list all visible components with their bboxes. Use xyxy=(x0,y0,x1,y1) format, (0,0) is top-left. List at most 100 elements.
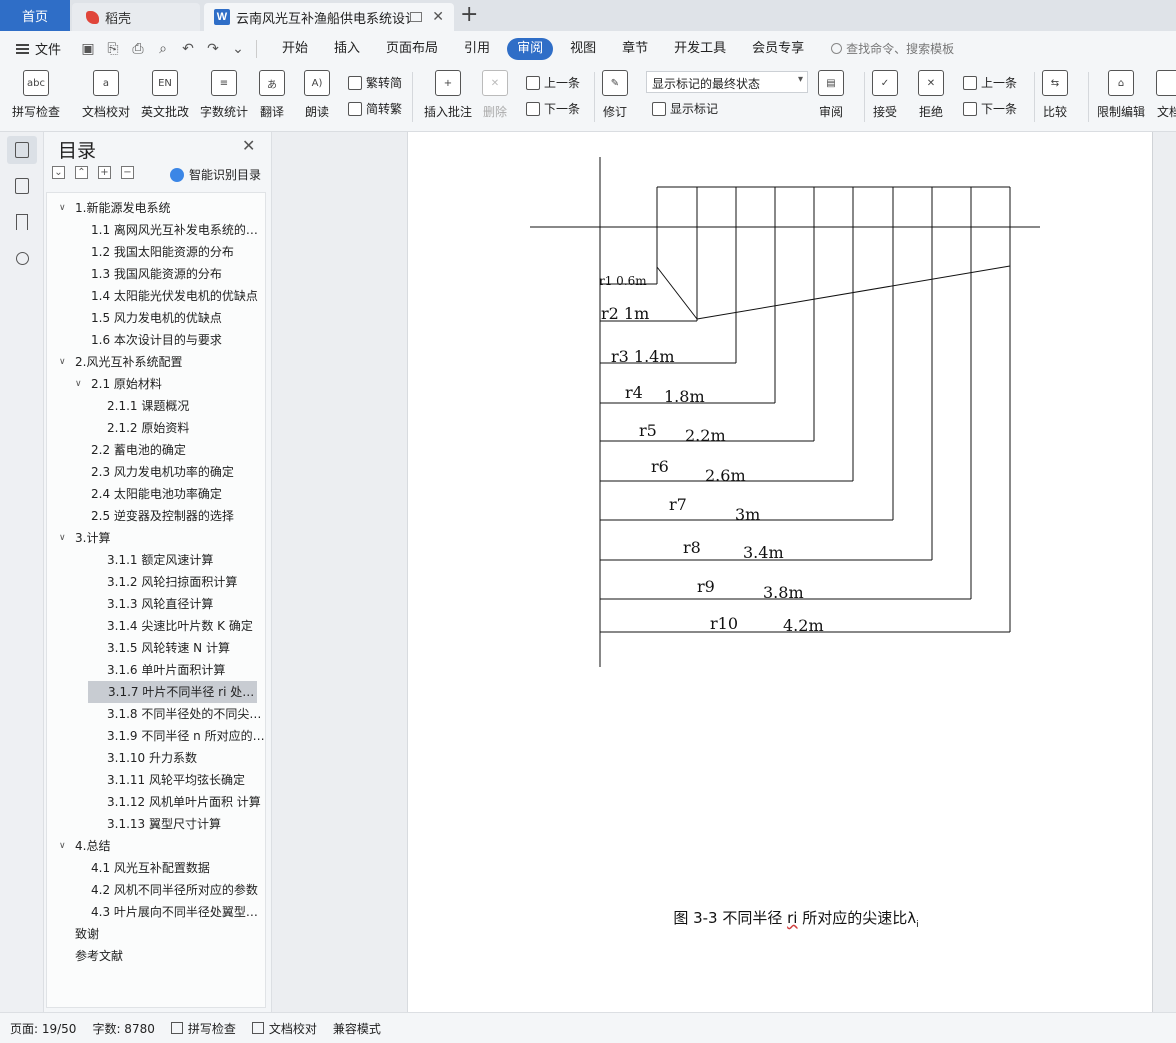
prev-change-button[interactable]: 上一条 xyxy=(963,74,1017,91)
file-menu-button[interactable]: 文件 xyxy=(0,39,68,58)
undo-icon[interactable]: ↶ xyxy=(180,41,196,57)
tab-docer[interactable]: 稻壳 xyxy=(72,3,200,31)
accept-button[interactable]: ✓ 接受 xyxy=(872,70,898,120)
toc-item[interactable]: 2.1.1 课题概况 xyxy=(47,395,265,417)
next-comment-button[interactable]: 下一条 xyxy=(526,100,580,117)
toc-item[interactable]: 3.1.6 单叶片面积计算 xyxy=(47,659,265,681)
expand-all-icon[interactable]: ⌄ xyxy=(52,166,65,179)
toc-item[interactable]: 参考文献 xyxy=(47,945,265,967)
word-count-indicator[interactable]: 字数: 8780 xyxy=(92,1020,154,1037)
doc-more-button[interactable]: 文档 xyxy=(1156,70,1176,120)
toc-item[interactable]: 1.5 风力发电机的优缺点 xyxy=(47,307,265,329)
tab-window-icon[interactable] xyxy=(410,12,423,22)
outline-panel-button[interactable] xyxy=(7,172,37,200)
menu-view[interactable]: 视图 xyxy=(557,38,609,60)
more-chevron-icon[interactable]: ⌄ xyxy=(230,41,246,57)
word-count-button[interactable]: ≡ 字数统计 xyxy=(200,70,248,120)
chevron-down-icon[interactable]: ∨ xyxy=(75,373,82,395)
chevron-down-icon[interactable]: ∨ xyxy=(59,197,66,219)
menu-member[interactable]: 会员专享 xyxy=(739,38,817,60)
tab-document[interactable]: W 云南风光互补渔船供电系统设计 ✕ xyxy=(204,3,454,31)
page-indicator[interactable]: 页面: 19/50 xyxy=(10,1020,76,1037)
print-icon[interactable]: ⎙ xyxy=(130,41,146,57)
toc-item[interactable]: 3.1.13 翼型尺寸计算 xyxy=(47,813,265,835)
chevron-down-icon[interactable]: ∨ xyxy=(59,835,66,857)
compare-button[interactable]: ⇆ 比较 xyxy=(1042,70,1068,120)
chevron-down-icon[interactable]: ∨ xyxy=(59,351,66,373)
toc-item[interactable]: 1.3 我国风能资源的分布 xyxy=(47,263,265,285)
toc-item[interactable]: 4.3 叶片展向不同半径处翼型参数 xyxy=(47,901,265,923)
toc-item[interactable]: 1.4 太阳能光伏发电机的优缺点 xyxy=(47,285,265,307)
close-icon[interactable]: ✕ xyxy=(242,136,255,155)
toc-item[interactable]: 3.1.9 不同半径 n 所对应的参数 xyxy=(47,725,265,747)
english-grading-button[interactable]: EN 英文批改 xyxy=(141,70,189,120)
spell-check-button[interactable]: abc 拼写检查 xyxy=(12,70,60,120)
menu-page-layout[interactable]: 页面布局 xyxy=(373,38,451,60)
new-tab-button[interactable]: + xyxy=(460,2,478,27)
trad-to-simp-button[interactable]: 繁转简 xyxy=(348,74,402,91)
toc-item[interactable]: ∨ 2.风光互补系统配置 xyxy=(47,351,265,373)
remove-heading-icon[interactable]: − xyxy=(121,166,134,179)
status-doc-proof[interactable]: 文档校对 xyxy=(251,1020,317,1037)
toc-item[interactable]: 1.1 离网风光互补发电系统的组成 xyxy=(47,219,265,241)
command-search[interactable]: 查找命令、搜索模板 xyxy=(831,40,954,57)
menu-review[interactable]: 审阅 xyxy=(507,37,554,60)
next-change-button[interactable]: 下一条 xyxy=(963,100,1017,117)
toc-item[interactable]: 2.5 逆变器及控制器的选择 xyxy=(47,505,265,527)
toc-item[interactable]: 3.1.12 风机单叶片面积 计算 xyxy=(47,791,265,813)
toc-item[interactable]: 1.2 我国太阳能资源的分布 xyxy=(47,241,265,263)
toc-item[interactable]: 3.1.1 额定风速计算 xyxy=(47,549,265,571)
toc-item[interactable]: 3.1.3 风轮直径计算 xyxy=(47,593,265,615)
toc-item[interactable]: 3.1.7 叶片不同半径 ri 处的尖速比 xyxy=(88,681,257,703)
markup-mode-select[interactable]: 显示标记的最终状态 xyxy=(646,71,808,93)
show-markup-button[interactable]: 显示标记 xyxy=(652,100,718,117)
toc-item[interactable]: 3.1.5 风轮转速 N 计算 xyxy=(47,637,265,659)
doc-proof-button[interactable]: a 文档校对 xyxy=(82,70,130,120)
save-icon[interactable]: ▣ xyxy=(80,41,96,57)
toc-item[interactable]: ∨ 3.计算 xyxy=(47,527,265,549)
find-panel-button[interactable] xyxy=(7,244,37,272)
print-preview-icon[interactable]: ⌕ xyxy=(155,41,171,57)
toc-item[interactable]: ∨ 1.新能源发电系统 xyxy=(47,197,265,219)
chevron-down-icon[interactable]: ∨ xyxy=(59,527,66,549)
toc-panel-button[interactable] xyxy=(7,136,37,164)
prev-comment-button[interactable]: 上一条 xyxy=(526,74,580,91)
translate-button[interactable]: あ 翻译 xyxy=(259,70,285,120)
toc-item[interactable]: 3.1.11 风轮平均弦长确定 xyxy=(47,769,265,791)
toc-item[interactable]: 3.1.2 风轮扫掠面积计算 xyxy=(47,571,265,593)
tab-home[interactable]: 首页 xyxy=(0,0,70,31)
collapse-all-icon[interactable]: ⌃ xyxy=(75,166,88,179)
redo-icon[interactable]: ↷ xyxy=(205,41,221,57)
delete-comment-button[interactable]: ✕ 删除 xyxy=(482,70,508,120)
toc-item[interactable]: 4.2 风机不同半径所对应的参数 xyxy=(47,879,265,901)
read-aloud-button[interactable]: A) 朗读 xyxy=(304,70,330,120)
menu-references[interactable]: 引用 xyxy=(451,38,503,60)
tab-close-icon[interactable]: ✕ xyxy=(432,9,444,25)
toc-item[interactable]: 致谢 xyxy=(47,923,265,945)
simp-to-trad-button[interactable]: 简转繁 xyxy=(348,100,402,117)
smart-detect-toc-button[interactable]: 智能识别目录 xyxy=(170,166,261,183)
restrict-edit-button[interactable]: ⌂ 限制编辑 xyxy=(1097,70,1145,120)
toc-item[interactable]: 2.2 蓄电池的确定 xyxy=(47,439,265,461)
toc-item[interactable]: 1.6 本次设计目的与要求 xyxy=(47,329,265,351)
review-pane-button[interactable]: ▤ 审阅 xyxy=(818,70,844,120)
menu-insert[interactable]: 插入 xyxy=(321,38,373,60)
toc-item[interactable]: ∨ 2.1 原始材料 xyxy=(47,373,265,395)
menu-developer[interactable]: 开发工具 xyxy=(661,38,739,60)
track-changes-button[interactable]: ✎ 修订 xyxy=(602,70,628,120)
toc-item[interactable]: ∨ 4.总结 xyxy=(47,835,265,857)
format-painter-icon[interactable]: ⎘ xyxy=(105,41,121,57)
toc-item[interactable]: 2.4 太阳能电池功率确定 xyxy=(47,483,265,505)
toc-item[interactable]: 4.1 风光互补配置数据 xyxy=(47,857,265,879)
reject-button[interactable]: ✕ 拒绝 xyxy=(918,70,944,120)
toc-item[interactable]: 3.1.8 不同半径处的不同尖速比 xyxy=(47,703,265,725)
menu-start[interactable]: 开始 xyxy=(269,38,321,60)
toc-item[interactable]: 3.1.10 升力系数 xyxy=(47,747,265,769)
toc-item[interactable]: 3.1.4 尖速比叶片数 K 确定 xyxy=(47,615,265,637)
toc-item[interactable]: 2.3 风力发电机功率的确定 xyxy=(47,461,265,483)
add-heading-icon[interactable]: + xyxy=(98,166,111,179)
toc-item[interactable]: 2.1.2 原始资料 xyxy=(47,417,265,439)
bookmark-panel-button[interactable] xyxy=(7,208,37,236)
status-spell-check[interactable]: 拼写检查 xyxy=(170,1020,236,1037)
insert-comment-button[interactable]: + 插入批注 xyxy=(424,70,472,120)
